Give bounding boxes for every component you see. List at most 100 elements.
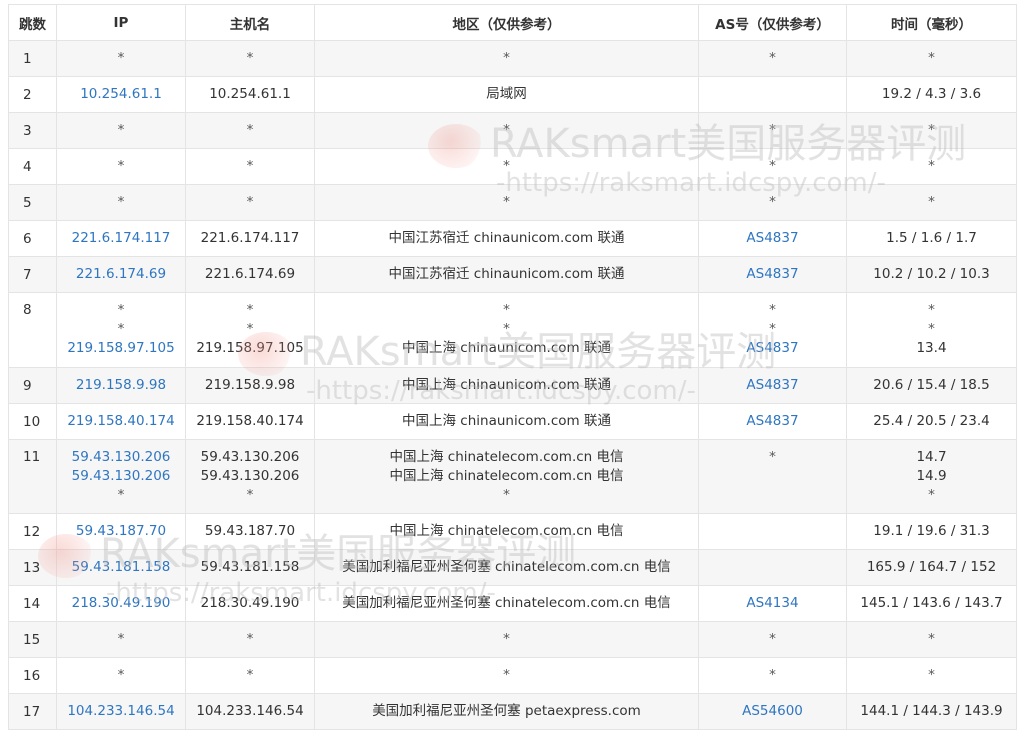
cell-hop: 4 (8, 148, 57, 185)
cell-host-text: 219.158.40.174 (196, 413, 304, 429)
table-body: 1 * * * * * 2 10.254.61.1 10.254.61.1 局域网 19.2 / 4… (8, 40, 1017, 730)
cell-region-text: * (503, 321, 510, 337)
cell-host: 59.43.130.206 59.43.130.206 * (185, 439, 315, 514)
cell-ip: * (56, 621, 186, 658)
cell-asn: AS54600 (698, 693, 847, 730)
asn-link[interactable]: AS4837 (699, 339, 846, 358)
cell-hop: 2 (8, 76, 57, 113)
asn-link[interactable]: AS4134 (699, 586, 846, 621)
cell-time-text: 19.1 / 19.6 / 31.3 (873, 523, 990, 539)
cell-asn-text: * (769, 302, 776, 318)
cell-time-text: * (928, 487, 935, 503)
cell-ip: 59.43.130.206 59.43.130.206 * (56, 439, 186, 514)
cell-asn: * (698, 112, 847, 149)
cell-hop: 5 (8, 184, 57, 221)
cell-asn-text: * (769, 158, 776, 174)
header-asn: AS号（仅供参考） (698, 4, 847, 41)
ip-link[interactable]: 219.158.9.98 (57, 368, 185, 403)
cell-host: 59.43.181.158 (185, 549, 315, 586)
cell-host: * (185, 657, 315, 694)
table-row: 14 218.30.49.190 218.30.49.190 美国加利福尼亚州圣何塞 … (8, 585, 1017, 622)
cell-host-text: * (246, 667, 254, 683)
cell-asn: AS4837 (698, 256, 847, 293)
cell-hop: 12 (8, 513, 57, 550)
ip-link[interactable]: 104.233.146.54 (57, 694, 185, 729)
cell-host-text: 219.158.97.105 (196, 340, 304, 356)
cell-region-text: 中国上海 chinatelecom.com.cn 电信 (389, 449, 624, 465)
cell-time-text: 13.4 (916, 340, 947, 356)
ip-link[interactable]: 59.43.130.206 (57, 448, 185, 467)
cell-time-text: 25.4 / 20.5 / 23.4 (873, 413, 990, 429)
cell-time-text: * (928, 50, 935, 66)
ip-link[interactable]: 59.43.130.206 (57, 467, 185, 486)
cell-asn: * (698, 184, 847, 221)
cell-ip-text: * (117, 631, 125, 647)
cell-ip: 221.6.174.69 (56, 256, 186, 293)
cell-region-text: 局域网 (486, 86, 527, 102)
cell-asn: AS4837 (698, 220, 847, 257)
ip-link[interactable]: 221.6.174.117 (57, 221, 185, 256)
cell-host: * (185, 184, 315, 221)
cell-time-text: 19.2 / 4.3 / 3.6 (881, 86, 982, 102)
ip-link[interactable]: 218.30.49.190 (57, 586, 185, 621)
asn-link[interactable]: AS4837 (699, 257, 846, 292)
cell-region-text: 中国上海 chinaunicom.com 联通 (402, 340, 611, 356)
cell-asn: AS4837 (698, 403, 847, 440)
cell-hop: 6 (8, 220, 57, 257)
cell-time-text: * (928, 321, 935, 337)
ip-link[interactable]: 221.6.174.69 (57, 257, 185, 292)
cell-time: 14.7 14.9 * (846, 439, 1017, 514)
cell-time: * (846, 148, 1017, 185)
cell-time: 25.4 / 20.5 / 23.4 (846, 403, 1017, 440)
table-row: 6 221.6.174.117 221.6.174.117 中国江苏宿迁 chinau… (8, 220, 1017, 257)
cell-region-text: 中国上海 chinatelecom.com.cn 电信 (389, 468, 624, 484)
asn-link[interactable]: AS4837 (699, 368, 846, 403)
cell-region: * * 中国上海 chinaunicom.com 联通 (314, 292, 699, 368)
cell-asn: * (698, 657, 847, 694)
asn-link[interactable]: AS4837 (699, 404, 846, 439)
cell-asn: * (698, 439, 847, 514)
cell-region: * (314, 112, 699, 149)
cell-ip: 219.158.9.98 (56, 367, 186, 404)
table-row: 5 * * * * * (8, 184, 1017, 221)
cell-region-text: * (503, 302, 510, 318)
cell-ip-text: * (117, 321, 125, 337)
header-time: 时间（毫秒） (846, 4, 1017, 41)
cell-time-text: * (928, 302, 935, 318)
cell-hop: 14 (8, 585, 57, 622)
header-ip: IP (56, 4, 186, 41)
ip-link[interactable]: 59.43.181.158 (57, 550, 185, 585)
cell-asn-text: * (769, 50, 776, 66)
cell-host: 10.254.61.1 (185, 76, 315, 113)
cell-region: * (314, 657, 699, 694)
cell-time: 1.5 / 1.6 / 1.7 (846, 220, 1017, 257)
cell-region: 中国江苏宿迁 chinaunicom.com 联通 (314, 256, 699, 293)
ip-link[interactable]: 59.43.187.70 (57, 514, 185, 549)
cell-ip-text: * (117, 667, 125, 683)
table-row: 4 * * * * * (8, 148, 1017, 185)
cell-host-text: 10.254.61.1 (209, 86, 291, 102)
cell-time-text: 10.2 / 10.2 / 10.3 (873, 266, 990, 282)
asn-link[interactable]: AS4837 (699, 221, 846, 256)
cell-asn (698, 549, 847, 586)
cell-host-text: 219.158.9.98 (204, 377, 296, 393)
cell-host: 219.158.9.98 (185, 367, 315, 404)
cell-time: * * 13.4 (846, 292, 1017, 368)
ip-link[interactable]: 219.158.40.174 (57, 404, 185, 439)
cell-hop: 8 (8, 292, 57, 368)
ip-link[interactable]: 10.254.61.1 (57, 77, 185, 112)
cell-asn: AS4134 (698, 585, 847, 622)
cell-ip-text: * (117, 194, 125, 210)
cell-host-text: * (246, 158, 254, 174)
cell-host-text: * (246, 50, 254, 66)
cell-asn: * (698, 621, 847, 658)
ip-link[interactable]: 219.158.97.105 (57, 339, 185, 358)
cell-time: 20.6 / 15.4 / 18.5 (846, 367, 1017, 404)
cell-hop: 15 (8, 621, 57, 658)
header-host: 主机名 (185, 4, 315, 41)
cell-ip: 218.30.49.190 (56, 585, 186, 622)
asn-link[interactable]: AS54600 (699, 694, 846, 729)
cell-ip: * (56, 148, 186, 185)
table-row: 10 219.158.40.174 219.158.40.174 中国上海 china… (8, 403, 1017, 440)
cell-host-text: 59.43.130.206 (200, 468, 300, 484)
